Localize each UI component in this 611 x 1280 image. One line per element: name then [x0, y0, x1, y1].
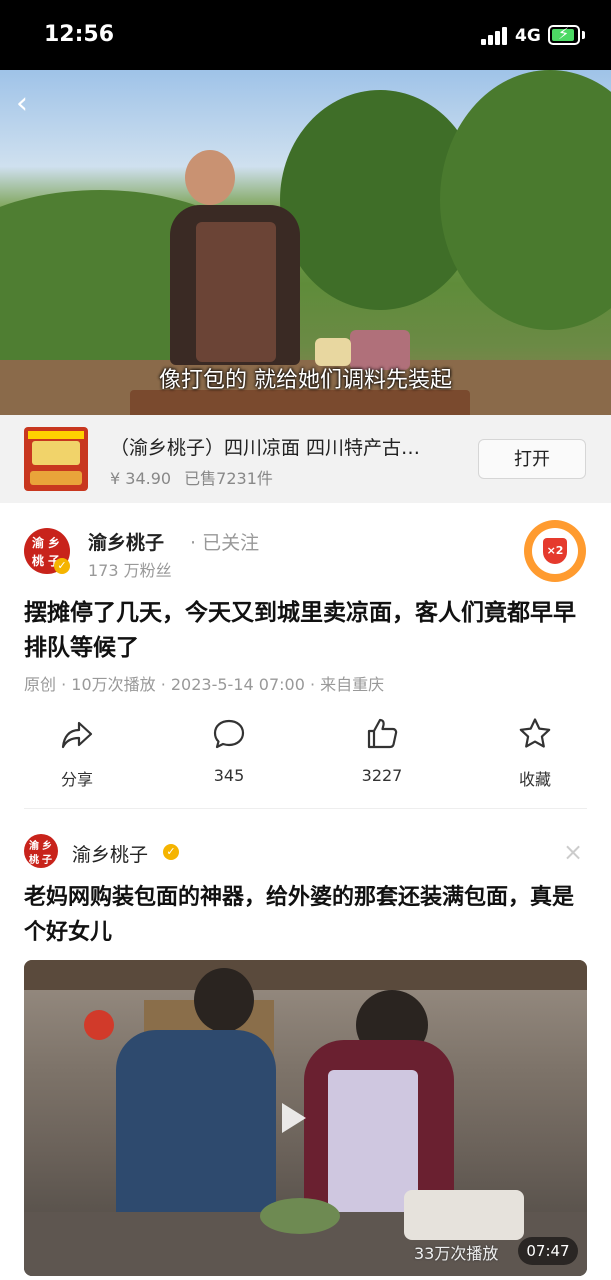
video-player[interactable]: ‹ 像打包的 就给她们调料先装起: [0, 70, 611, 415]
follow-status[interactable]: · 已关注: [190, 528, 259, 555]
star-icon: [519, 718, 551, 748]
related-play-count: 33万次播放: [414, 1244, 499, 1263]
like-icon: [367, 718, 398, 749]
close-icon[interactable]: ×: [563, 838, 583, 866]
video-title: 摆摊停了几天，今天又到城里卖凉面，客人们竟都早早排队等候了: [24, 600, 576, 661]
comment-button[interactable]: 345: [179, 716, 279, 785]
like-count: 3227: [361, 766, 403, 785]
signal-icon: [481, 27, 509, 45]
related-author-avatar[interactable]: 渝 乡 桃 子: [24, 834, 58, 868]
product-sold-count: 已售7231件: [184, 469, 273, 488]
open-button[interactable]: 打开: [478, 439, 586, 479]
favorite-label: 收藏: [518, 770, 551, 789]
favorite-button[interactable]: 收藏: [485, 716, 585, 790]
video-meta: 原创 · 10万次播放 · 2023-5-14 07:00 · 来自重庆: [24, 675, 385, 694]
related-video-title[interactable]: 老妈网购装包面的神器，给外婆的那套还装满包面，真是个好女儿: [24, 880, 589, 950]
comment-count: 345: [213, 766, 245, 785]
status-time: 12:56: [44, 22, 115, 47]
product-price: ¥ 34.90: [110, 469, 172, 488]
verified-icon: ✓: [54, 558, 70, 574]
product-card[interactable]: （渝乡桃子）四川凉面 四川特产古… ¥ 34.90 已售7231件 打开: [0, 415, 611, 503]
back-icon[interactable]: ‹: [16, 89, 44, 119]
reward-badge-icon[interactable]: ×2: [524, 520, 586, 582]
product-meta: ¥ 34.90 已售7231件: [110, 465, 273, 489]
product-title[interactable]: （渝乡桃子）四川凉面 四川特产古…: [110, 433, 450, 460]
reward-multiplier: ×2: [543, 538, 567, 564]
share-icon: [61, 721, 93, 749]
author-name[interactable]: 渝乡桃子: [88, 528, 164, 555]
share-button[interactable]: 分享: [27, 716, 127, 790]
comment-icon: [213, 719, 245, 749]
fans-count: 173 万粉丝: [88, 561, 172, 580]
divider: [24, 808, 587, 809]
related-verified-icon: ✓: [163, 844, 179, 860]
related-duration: 07:47: [518, 1237, 578, 1265]
battery-tip: [582, 31, 585, 39]
play-icon[interactable]: [282, 1103, 306, 1133]
charging-icon: ⚡: [558, 24, 570, 43]
share-label: 分享: [60, 770, 93, 789]
product-thumbnail[interactable]: [24, 427, 88, 491]
status-bar: 12:56 4G ⚡: [0, 0, 611, 70]
network-type: 4G: [515, 26, 541, 46]
related-author-name[interactable]: 渝乡桃子: [72, 840, 148, 867]
like-button[interactable]: 3227: [332, 716, 432, 785]
video-subtitle: 像打包的 就给她们调料先装起: [159, 368, 452, 393]
